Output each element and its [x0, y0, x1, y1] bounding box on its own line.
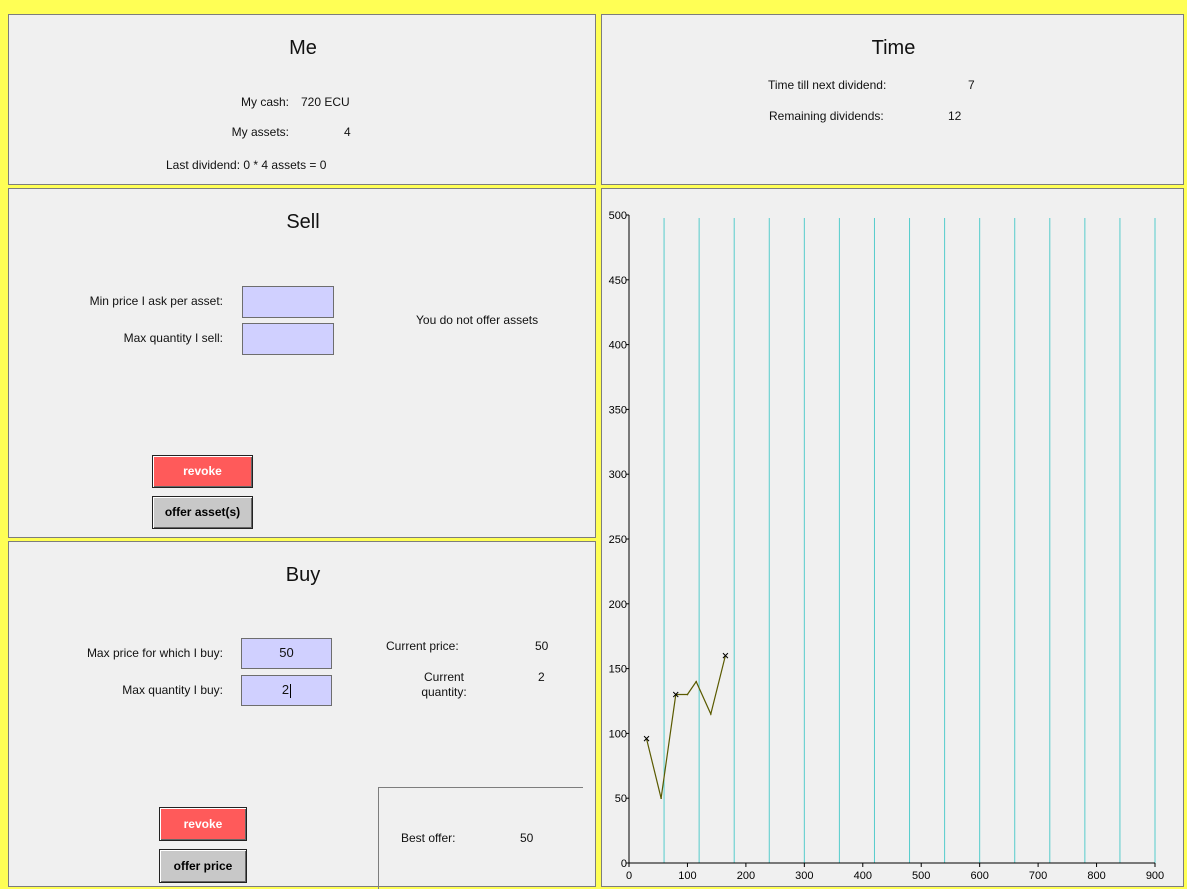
- time-panel: Time Time till next dividend: 7 Remainin…: [601, 14, 1184, 185]
- y-tick-label: 400: [609, 340, 627, 352]
- y-tick-label: 300: [609, 469, 627, 481]
- buy-panel: Buy Max price for which I buy: 50 Max qu…: [8, 541, 596, 889]
- y-tick-label: 50: [615, 793, 627, 805]
- y-tick-label: 100: [609, 728, 627, 740]
- remaining-dividends-value: 12: [948, 109, 962, 123]
- x-tick-label: 0: [626, 870, 632, 882]
- price-line: [645, 655, 726, 799]
- current-qty-value: 2: [538, 670, 545, 684]
- y-tick-label: 0: [621, 858, 627, 870]
- assets-value: 4: [344, 125, 351, 139]
- x-tick-label: 700: [1029, 870, 1047, 882]
- sell-status-text: You do not offer assets: [416, 313, 539, 327]
- max-price-buy-label: Max price for which I buy:: [86, 646, 223, 660]
- x-tick-label: 300: [795, 870, 813, 882]
- min-price-input[interactable]: [242, 286, 334, 318]
- text-cursor: [290, 683, 292, 698]
- offer-price-button[interactable]: offer price: [159, 849, 247, 883]
- max-qty-buy-input[interactable]: 2: [241, 675, 332, 706]
- x-tick-label: 900: [1146, 870, 1164, 882]
- remaining-dividends-label: Remaining dividends:: [769, 109, 884, 123]
- current-qty-label: Current quantity:: [421, 670, 467, 699]
- x-tick-label: 400: [854, 870, 872, 882]
- max-qty-sell-input[interactable]: [242, 323, 334, 355]
- cash-label: My cash:: [240, 95, 289, 109]
- max-qty-buy-value: 2: [281, 682, 290, 697]
- sell-title: Sell: [286, 211, 320, 233]
- x-tick-label: 600: [970, 870, 988, 882]
- chart-panel: 0 50 100 150 200 250 300 350 400 450 500 0 100 200 300…: [601, 188, 1184, 887]
- price-point: [710, 713, 712, 715]
- next-dividend-label: Time till next dividend:: [768, 78, 887, 92]
- y-tick-label: 150: [609, 664, 627, 676]
- best-offer-box: Best offer: 50: [378, 787, 583, 889]
- assets-label: My assets:: [231, 125, 289, 139]
- buy-revoke-button[interactable]: revoke: [159, 807, 247, 841]
- x-tick-label: 800: [1087, 870, 1105, 882]
- max-price-buy-input[interactable]: 50: [241, 638, 332, 669]
- offer-assets-button[interactable]: offer asset(s): [152, 496, 253, 529]
- cash-value: 720 ECU: [301, 95, 350, 109]
- x-tick-label: 500: [912, 870, 930, 882]
- sell-revoke-button[interactable]: revoke: [152, 455, 253, 488]
- y-tick-label: 250: [609, 534, 627, 546]
- price-point: [660, 797, 662, 799]
- sell-panel: Sell Min price I ask per asset: Max quan…: [8, 188, 596, 538]
- best-offer-label: Best offer:: [401, 831, 456, 845]
- last-dividend-text: Last dividend: 0 * 4 assets = 0: [166, 158, 327, 172]
- best-offer-value: 50: [520, 831, 534, 845]
- max-qty-sell-label: Max quantity I sell:: [123, 331, 223, 345]
- price-point: [695, 680, 698, 683]
- y-tick-label: 200: [609, 599, 627, 611]
- x-tick-label: 100: [678, 870, 696, 882]
- current-price-value: 50: [535, 639, 549, 653]
- me-title: Me: [289, 37, 317, 59]
- current-price-label: Current price:: [386, 639, 459, 653]
- price-point: [686, 693, 689, 696]
- me-panel: Me My cash: 720 ECU My assets: 4 Last di…: [8, 14, 596, 185]
- y-tick-label: 350: [609, 404, 627, 416]
- buy-title: Buy: [285, 564, 321, 586]
- time-title: Time: [871, 37, 916, 59]
- y-tick-label: 500: [609, 210, 627, 222]
- next-dividend-value: 7: [968, 78, 975, 92]
- x-tick-label: 200: [737, 870, 755, 882]
- y-tick-label: 450: [609, 275, 627, 287]
- max-qty-buy-label: Max quantity I buy:: [122, 683, 223, 697]
- min-price-label: Min price I ask per asset:: [89, 294, 223, 308]
- price-chart: 0 50 100 150 200 250 300 350 400 450 500 0 100 200 300…: [609, 210, 1165, 882]
